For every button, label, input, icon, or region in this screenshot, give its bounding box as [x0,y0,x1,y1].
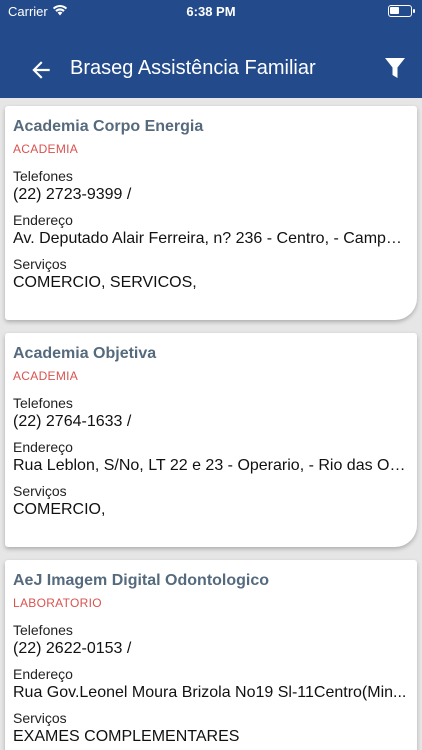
address-label: Endereço [13,666,73,682]
services-label: Serviços [13,710,67,726]
services-label: Serviços [13,483,67,499]
listing-name: Academia Corpo Energia [13,118,204,135]
address-value: Av. Deputado Alair Ferreira, n? 236 - Ce… [13,230,409,247]
status-bar: Carrier 6:38 PM [0,0,422,24]
back-arrow-icon[interactable] [28,57,54,83]
listing-card[interactable]: AeJ Imagem Digital Odontologico LABORATO… [5,560,417,750]
listing-category: LABORATORIO [13,596,102,610]
listing-card[interactable]: Academia Objetiva ACADEMIA Telefones (22… [5,333,417,547]
clock: 6:38 PM [186,4,236,19]
phones-label: Telefones [13,395,73,411]
address-value: Rua Leblon, S/No, LT 22 e 23 - Operario,… [13,457,409,474]
page-title: Braseg Assistência Familiar [70,57,316,79]
phones-label: Telefones [13,168,73,184]
address-value: Rua Gov.Leonel Moura Brizola No19 Sl-11C… [13,684,407,701]
listing-name: Academia Objetiva [13,345,157,362]
address-label: Endereço [13,212,73,228]
services-label: Serviços [13,256,67,272]
phone-value: (22) 2764-1633 / [13,413,132,430]
address-label: Endereço [13,439,73,455]
phone-value: (22) 2622-0153 / [13,640,132,657]
app-header: Carrier 6:38 PM Braseg Assistência Famil… [0,0,422,98]
listing-card[interactable]: Academia Corpo Energia ACADEMIA Telefone… [5,106,417,320]
phones-label: Telefones [13,622,73,638]
listing-name: AeJ Imagem Digital Odontologico [13,572,270,589]
services-value: COMERCIO, SERVICOS, [13,274,197,291]
listing-list[interactable]: Academia Corpo Energia ACADEMIA Telefone… [0,98,422,750]
services-value: EXAMES COMPLEMENTARES [13,728,240,745]
phone-value: (22) 2723-9399 / [13,186,132,203]
services-value: COMERCIO, [13,501,106,518]
battery-icon [388,5,415,17]
filter-icon[interactable] [384,56,406,80]
nav-bar: Braseg Assistência Familiar [0,40,422,96]
listing-category: ACADEMIA [13,142,79,156]
listing-category: ACADEMIA [13,369,79,383]
